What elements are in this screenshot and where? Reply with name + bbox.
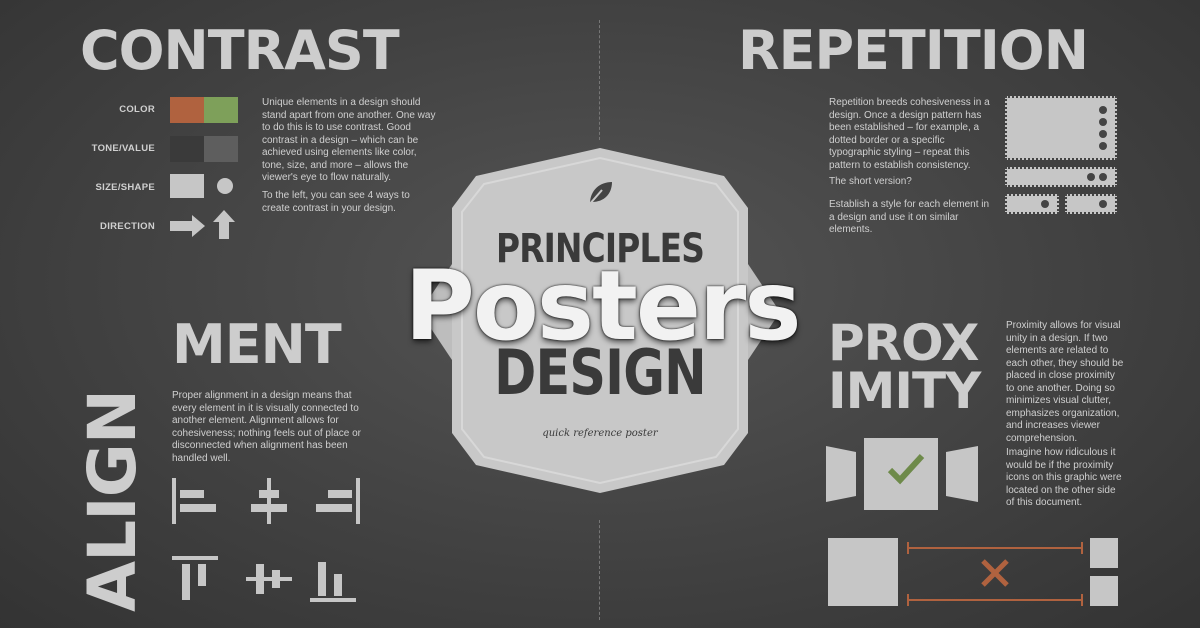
overlay-title: Posters: [404, 250, 802, 362]
proximity-title-line-2: IMITY: [828, 362, 981, 420]
proximity-paragraph-2: Imagine how ridiculous it would be if th…: [1006, 447, 1122, 508]
proximity-far-square-shape: [828, 538, 898, 606]
repetition-paragraph-3: Establish a style for each element in a …: [829, 199, 990, 235]
repetition-paragraph-1: Repetition breeds cohesiveness in a desi…: [829, 97, 990, 171]
dot-shape: [1099, 142, 1107, 150]
proximity-title-line-1: PROX: [828, 314, 979, 372]
proximity-far-rect-top-shape: [1090, 538, 1118, 568]
color-swatch: [170, 97, 238, 123]
size-square-shape: [170, 174, 204, 198]
arrow-up-icon: [213, 210, 235, 239]
proximity-far-rect-bottom-shape: [1090, 576, 1118, 606]
repetition-title: REPETITION: [738, 19, 1089, 82]
check-icon: [887, 453, 925, 485]
align-bottom-icon: [310, 562, 356, 602]
stamp-small-a-shape: [1005, 194, 1059, 214]
align-middle-icon: [246, 564, 292, 594]
dot-shape: [1041, 200, 1049, 208]
color-swatch-a: [170, 97, 204, 123]
align-top-icon: [172, 556, 218, 600]
dot-shape: [1099, 200, 1107, 208]
align-center-icon: [251, 478, 287, 524]
center-divider-bottom: [599, 520, 601, 620]
x-icon: [981, 559, 1009, 587]
stamp-large-shape: [1005, 96, 1117, 160]
contrast-paragraph-1: Unique elements in a design should stand…: [262, 97, 436, 183]
proximity-paragraph-1: Proximity allows for visual unity in a d…: [1006, 320, 1124, 444]
tone-swatch-a: [170, 136, 204, 162]
alignment-title-vertical: ALIGN: [74, 389, 151, 612]
contrast-title: CONTRAST: [80, 19, 400, 82]
center-divider-top: [599, 20, 601, 140]
alignment-paragraph: Proper alignment in a design means that …: [172, 390, 362, 464]
align-left-icon: [172, 478, 216, 524]
contrast-label-tone: TONE/VALUE: [91, 143, 155, 154]
color-swatch-b: [204, 97, 238, 123]
dot-shape: [1087, 173, 1095, 181]
tone-swatch: [170, 136, 238, 162]
contrast-label-color: COLOR: [119, 104, 155, 115]
badge-subtitle: quick reference poster: [542, 428, 658, 439]
dot-shape: [1099, 106, 1107, 114]
size-circle-shape: [217, 178, 233, 194]
dot-shape: [1099, 130, 1107, 138]
alignment-title-horizontal: MENT: [172, 313, 342, 376]
stamp-small-b-shape: [1065, 194, 1117, 214]
contrast-paragraph-2: To the left, you can see 4 ways to creat…: [262, 190, 410, 214]
leaf-icon: [587, 182, 612, 206]
dot-shape: [1099, 118, 1107, 126]
repetition-paragraph-2: The short version?: [829, 176, 912, 187]
arrow-right-icon: [170, 215, 205, 237]
dot-shape: [1099, 173, 1107, 181]
stamp-wide-shape: [1005, 167, 1117, 187]
tone-swatch-b: [204, 136, 238, 162]
contrast-label-size: SIZE/SHAPE: [95, 182, 155, 193]
align-right-icon: [316, 478, 360, 524]
contrast-label-direction: DIRECTION: [100, 221, 155, 232]
